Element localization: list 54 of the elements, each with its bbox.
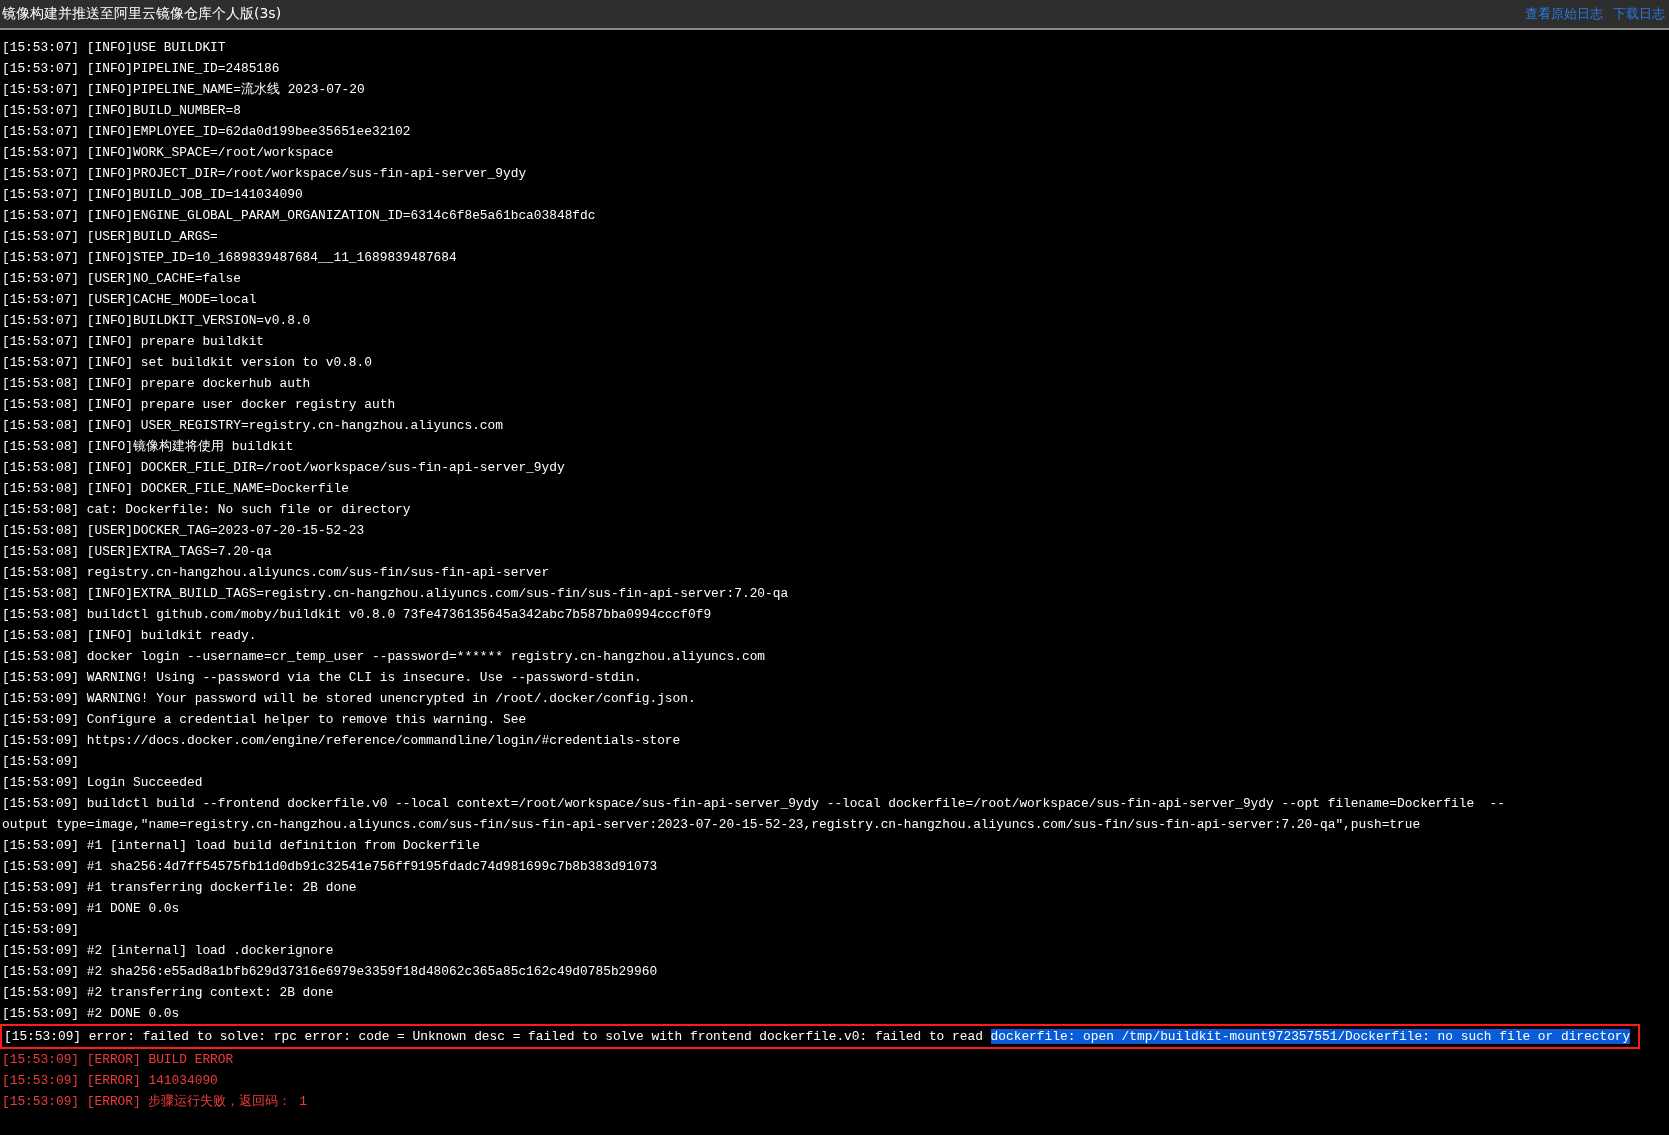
log-line: [15:53:08] [INFO] buildkit ready. [2,627,258,645]
log-line: [15:53:08] [INFO] prepare user docker registry auth [2,396,397,414]
log-line: [15:53:07] [INFO]STEP_ID=10_1689839487684__11_1689839487684 [2,249,458,267]
log-line: [15:53:09] #1 DONE 0.0s [2,900,181,918]
log-line: [15:53:08] registry.cn-hangzhou.aliyuncs.com/sus-fin/sus-fin-api-server [2,564,551,582]
log-line: [15:53:07] [USER]BUILD_ARGS= [2,228,219,246]
log-line: [15:53:08] [INFO] DOCKER_FILE_DIR=/root/workspace/sus-fin-api-server_9ydy [2,459,566,477]
log-line: [15:53:09] error: failed to solve: rpc error: code = Unknown desc = failed to solve with frontend dockerfile.v0: failed to read [4,1029,984,1044]
log-line: [15:53:09] #2 DONE 0.0s [2,1005,181,1023]
log-line: [15:53:08] buildctl github.com/moby/buildkit v0.8.0 73fe4736135645a342abc7b587bba0994cccf0f9 [2,606,713,624]
log-line: [15:53:09] https://docs.docker.com/engine/reference/commandline/login/#credentials-store [2,732,682,750]
log-line: [15:53:08] [INFO] USER_REGISTRY=registry.cn-hangzhou.aliyuncs.com [2,417,504,435]
log-line: [15:53:07] [INFO]BUILDKIT_VERSION=v0.8.0 [2,312,312,330]
log-line: [15:53:07] [INFO]ENGINE_GLOBAL_PARAM_ORGANIZATION_ID=6314c6f8e5a61bca03848fdc [2,207,597,225]
log-line: [15:53:07] [INFO]EMPLOYEE_ID=62da0d199bee35651ee32102 [2,123,412,141]
log-line: [15:53:09] #2 [internal] load .dockerignore [2,942,335,960]
error-log-line: [15:53:09] [ERROR] BUILD ERROR [2,1051,235,1069]
log-line: [15:53:09] WARNING! Using --password via the CLI is insecure. Use --password-stdin. [2,669,643,687]
log-line: [15:53:09] #1 sha256:4d7ff54575fb11d0db91c32541e756ff9195fdadc74d981699c7b8b383d91073 [2,858,659,876]
log-line: [15:53:08] [INFO]EXTRA_BUILD_TAGS=registry.cn-hangzhou.aliyuncs.com/sus-fin/sus-fin-api-server:7.20-qa [2,585,790,603]
log-line: [15:53:09] [2,753,81,771]
log-line: [15:53:07] [INFO]BUILD_JOB_ID=141034090 [2,186,304,204]
log-line: [15:53:09] #2 transferring context: 2B done [2,984,335,1002]
log-line: [15:53:07] [INFO]WORK_SPACE=/root/workspace [2,144,335,162]
log-line: [15:53:09] [2,921,81,939]
log-line: [15:53:09] Configure a credential helper to remove this warning. See [2,711,528,729]
log-line: [15:53:07] [INFO]USE BUILDKIT [2,39,227,57]
error-log-line: [15:53:09] [ERROR] 步骤运行失败，返回码： 1 [2,1093,308,1111]
log-line: [15:53:08] docker login --username=cr_temp_user --password=****** registry.cn-hangzhou.aliyuncs.com [2,648,767,666]
log-line: [15:53:09] buildctl build --frontend dockerfile.v0 --local context=/root/workspace/sus-fin-api-server_9ydy --local dockerfile=/root/workspace/sus-fin-api-server_9ydy --opt filename=Dockerfile -- output type=image,"name=registry.cn-hangzhou.aliyuncs.com/sus-fin/sus-fin-api-server:2023-07-20-15-52-23,registry.cn-hangzhou.aliyuncs.com/sus-fin/sus-fin-api-server:7.20-qa",push=true [2,795,1506,834]
error-log-line: [15:53:09] [ERROR] 141034090 [2,1072,219,1090]
log-line: [15:53:07] [INFO] set buildkit version to v0.8.0 [2,354,373,372]
log-line: [15:53:07] [INFO] prepare buildkit [2,333,266,351]
selected-text: dockerfile: open /tmp/buildkit-mount972357551/Dockerfile: no such file or directory [990,1029,1631,1044]
log-line: [15:53:09] #1 [internal] load build definition from Dockerfile [2,837,481,855]
log-line: [15:53:07] [USER]NO_CACHE=false [2,270,242,288]
log-line: [15:53:07] [INFO]PIPELINE_ID=2485186 [2,60,281,78]
log-line: [15:53:08] cat: Dockerfile: No such file or directory [2,501,412,519]
log-line: [15:53:08] [INFO] prepare dockerhub auth [2,375,312,393]
panel-title: 镜像构建并推送至阿里云镜像仓库个人版(3s) [2,5,282,23]
log-line: [15:53:08] [INFO] DOCKER_FILE_NAME=Dockerfile [2,480,350,498]
log-line: [15:53:09] Login Succeeded [2,774,204,792]
log-line: [15:53:07] [INFO]BUILD_NUMBER=8 [2,102,242,120]
log-line: [15:53:09] #2 sha256:e55ad8a1bfb629d37316e6979e3359f18d48062c365a85c162c49d0785b29960 [2,963,659,981]
header-link[interactable]: 下载日志 [1613,5,1665,23]
log-line: [15:53:08] [USER]DOCKER_TAG=2023-07-20-15-52-23 [2,522,366,540]
log-line: [15:53:08] [INFO]镜像构建将使用 buildkit [2,438,295,456]
log-line: [15:53:07] [INFO]PIPELINE_NAME=流水线 2023-07-20 [2,81,366,99]
log-line: [15:53:09] WARNING! Your password will be stored unencrypted in /root/.docker/config.json. [2,690,697,708]
log-line: [15:53:08] [USER]EXTRA_TAGS=7.20-qa [2,543,273,561]
header-link[interactable]: 查看原始日志 [1525,5,1603,23]
log-line: [15:53:07] [INFO]PROJECT_DIR=/root/workspace/sus-fin-api-server_9ydy [2,165,528,183]
log-line: [15:53:07] [USER]CACHE_MODE=local [2,291,258,309]
log-line: [15:53:09] #1 transferring dockerfile: 2B done [2,879,358,897]
